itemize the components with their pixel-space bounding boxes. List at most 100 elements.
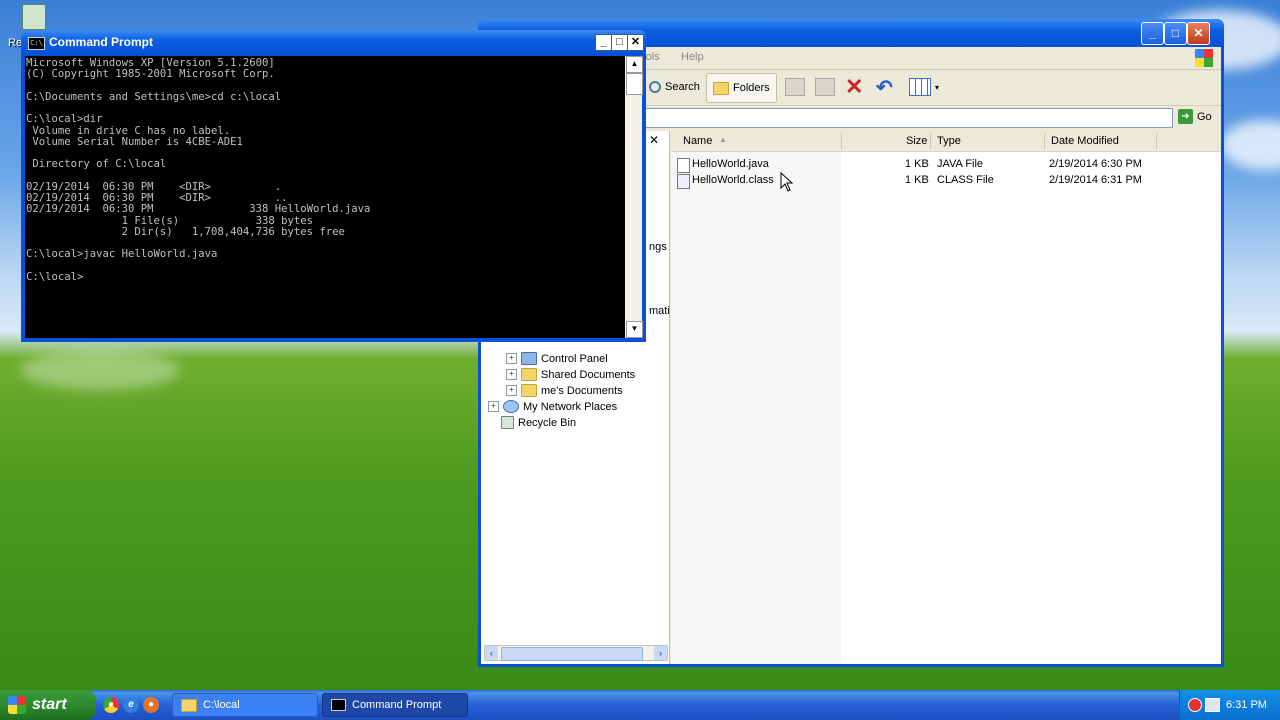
console-output[interactable]: Microsoft Windows XP [Version 5.1.2600] … <box>25 56 625 338</box>
delete-icon: ✕ <box>845 74 864 99</box>
expand-icon[interactable]: + <box>506 369 517 380</box>
tree-item-recycle-bin[interactable]: Recycle Bin <box>501 416 576 429</box>
tree-item-label: Shared Documents <box>541 368 636 381</box>
system-tray: 6:31 PM <box>1179 690 1280 720</box>
copy-to-icon <box>815 78 835 96</box>
tree-item-label: me's Documents <box>541 384 623 397</box>
undo-button[interactable]: ↶ <box>876 73 893 101</box>
scrollbar-thumb[interactable] <box>626 73 643 95</box>
maximize-button[interactable]: □ <box>1164 22 1187 45</box>
tree-item-control-panel[interactable]: + Control Panel <box>506 352 608 365</box>
column-divider[interactable] <box>1044 133 1045 149</box>
column-header-date-modified[interactable]: Date Modified <box>1051 135 1119 147</box>
scroll-right-icon[interactable]: › <box>654 646 667 660</box>
file-row-java[interactable]: HelloWorld.java 1 KB JAVA File 2/19/2014… <box>671 157 1221 173</box>
move-to-icon <box>785 78 805 96</box>
task-explorer-local[interactable]: C:\local <box>172 693 318 717</box>
mouse-cursor-icon <box>780 172 794 192</box>
column-divider[interactable] <box>841 133 842 149</box>
file-list: Name ▲ Size Type Date Modified HelloWorl… <box>671 131 1221 664</box>
windows-flag-icon <box>8 696 26 714</box>
tree-item-partial-settings[interactable]: ngs <box>649 241 667 253</box>
menu-help[interactable]: Help <box>681 51 704 63</box>
start-button[interactable]: start <box>0 690 96 720</box>
console-vertical-scrollbar[interactable]: ▲ ▼ <box>625 56 643 338</box>
views-icon <box>909 78 931 96</box>
tree-item-shared-documents[interactable]: + Shared Documents <box>506 368 635 381</box>
class-file-icon <box>677 174 690 189</box>
close-button[interactable]: ✕ <box>1187 22 1210 45</box>
file-size: 1 KB <box>905 174 929 186</box>
delete-button[interactable]: ✕ <box>845 73 863 101</box>
window-title: Command Prompt <box>49 35 154 49</box>
folders-pane-close-icon[interactable]: ✕ <box>649 133 659 147</box>
folder-icon <box>521 368 537 381</box>
column-header-size[interactable]: Size <box>906 135 927 147</box>
maximize-button[interactable]: □ <box>611 34 628 51</box>
file-row-class[interactable]: HelloWorld.class 1 KB CLASS File 2/19/20… <box>671 173 1221 189</box>
scroll-up-icon[interactable]: ▲ <box>626 56 643 73</box>
tree-item-partial-information[interactable]: mati <box>649 305 670 317</box>
sorted-column-highlight <box>671 151 841 664</box>
security-alert-icon[interactable] <box>1188 698 1202 712</box>
command-prompt-icon <box>331 699 346 711</box>
console-text: Microsoft Windows XP [Version 5.1.2600] … <box>26 57 371 283</box>
column-divider[interactable] <box>930 133 931 149</box>
folders-button-label: Folders <box>733 82 770 94</box>
file-list-header: Name ▲ Size Type Date Modified <box>671 131 1221 152</box>
folder-icon <box>181 698 197 712</box>
file-type: CLASS File <box>937 174 994 186</box>
scroll-left-icon[interactable]: ‹ <box>485 646 498 660</box>
command-prompt-window[interactable]: C:\ Command Prompt _ □ ✕ Microsoft Windo… <box>21 30 646 342</box>
scrollbar-thumb[interactable] <box>501 647 643 661</box>
expand-icon[interactable]: + <box>506 353 517 364</box>
expand-icon[interactable]: + <box>506 385 517 396</box>
folder-icon <box>521 384 537 397</box>
network-icon <box>503 400 519 413</box>
column-header-type[interactable]: Type <box>937 135 961 147</box>
control-panel-icon <box>521 352 537 365</box>
internet-explorer-icon[interactable]: e <box>123 697 139 713</box>
network-icon[interactable] <box>1205 698 1220 712</box>
tree-item-my-documents[interactable]: + me's Documents <box>506 384 623 397</box>
windows-logo-icon <box>1195 49 1213 67</box>
task-command-prompt[interactable]: Command Prompt <box>322 693 468 717</box>
file-name: HelloWorld.class <box>692 174 774 186</box>
go-label: Go <box>1197 110 1212 123</box>
scroll-down-icon[interactable]: ▼ <box>626 321 643 338</box>
column-header-name[interactable]: Name <box>683 135 712 147</box>
sort-arrow-icon: ▲ <box>719 135 727 144</box>
views-button[interactable]: ▾ <box>909 73 939 101</box>
chrome-icon[interactable]: ● <box>103 697 119 713</box>
go-button[interactable]: ➜ Go <box>1178 109 1212 124</box>
move-to-button[interactable] <box>785 73 805 101</box>
tree-item-my-network-places[interactable]: + My Network Places <box>488 400 617 413</box>
java-file-icon <box>677 158 690 173</box>
start-label: start <box>32 696 67 713</box>
file-name: HelloWorld.java <box>692 158 769 170</box>
folders-horizontal-scrollbar[interactable]: ‹ › <box>484 645 668 661</box>
file-type: JAVA File <box>937 158 984 170</box>
firefox-icon[interactable]: ● <box>143 697 159 713</box>
expand-icon[interactable]: + <box>488 401 499 412</box>
minimize-button[interactable]: _ <box>1141 22 1164 45</box>
search-button[interactable]: Search <box>649 73 700 101</box>
minimize-button[interactable]: _ <box>595 34 612 51</box>
file-date: 2/19/2014 6:30 PM <box>1049 158 1142 170</box>
search-button-label: Search <box>665 81 700 93</box>
column-divider[interactable] <box>1156 133 1157 149</box>
task-label: Command Prompt <box>352 699 442 711</box>
tree-item-label: Control Panel <box>541 352 608 365</box>
recycle-bin-icon <box>22 4 46 30</box>
command-prompt-title-bar[interactable]: C:\ Command Prompt _ □ ✕ <box>21 30 646 56</box>
task-label: C:\local <box>203 699 240 711</box>
clock[interactable]: 6:31 PM <box>1226 699 1267 711</box>
copy-to-button[interactable] <box>815 73 835 101</box>
file-size: 1 KB <box>905 158 929 170</box>
recycle-bin-desktop-icon[interactable] <box>22 4 46 30</box>
search-icon <box>649 81 661 93</box>
go-arrow-icon: ➜ <box>1178 109 1193 124</box>
close-button[interactable]: ✕ <box>627 34 644 51</box>
folders-button[interactable]: Folders <box>706 73 777 103</box>
folder-icon <box>713 81 729 95</box>
